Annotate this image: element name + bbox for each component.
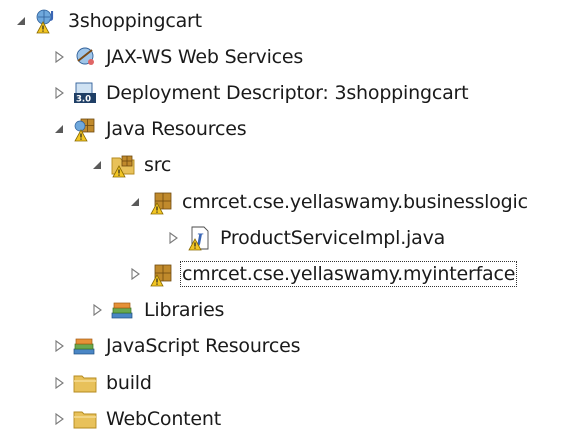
expanded-arrow-icon[interactable] (46, 111, 72, 147)
collapsed-arrow-icon[interactable] (46, 39, 72, 75)
collapsed-arrow-icon[interactable] (84, 292, 110, 328)
tree-item-cmrcet-cse-yellaswamy-businesslogic[interactable]: cmrcet.cse.yellaswamy.businesslogic (0, 184, 583, 220)
folder-icon (72, 370, 98, 396)
expanded-arrow-icon[interactable] (8, 3, 34, 39)
jaxws-services-icon (72, 44, 98, 70)
tree-item-label: 3shoppingcart (68, 9, 202, 32)
javascript-resources-icon (72, 333, 98, 359)
collapsed-arrow-icon[interactable] (122, 256, 148, 292)
tree-item-deployment-descriptor-3shoppingcart[interactable]: 3.0 Deployment Descriptor: 3shoppingcart (0, 75, 583, 111)
svg-text:3.0: 3.0 (76, 94, 91, 104)
package-icon (148, 189, 174, 215)
tree-item-label: cmrcet.cse.yellaswamy.businesslogic (182, 190, 528, 213)
tree-item-java-resources[interactable]: Java Resources (0, 111, 583, 147)
tree-item-javascript-resources[interactable]: JavaScript Resources (0, 328, 583, 364)
java-file-icon: J (186, 225, 212, 251)
tree-item-productserviceimpl-java[interactable]: J ProductServiceImpl.java (0, 220, 583, 256)
tree-item-label: Java Resources (106, 118, 247, 141)
collapsed-arrow-icon[interactable] (46, 365, 72, 401)
expanded-arrow-icon[interactable] (122, 184, 148, 220)
java-resources-icon (72, 116, 98, 142)
tree-item-cmrcet-cse-yellaswamy-myinterface[interactable]: cmrcet.cse.yellaswamy.myinterface (0, 256, 583, 292)
tree-item-label: WebContent (106, 407, 221, 430)
tree-item-label: JAX-WS Web Services (106, 45, 304, 68)
expanded-arrow-icon[interactable] (84, 147, 110, 183)
tree-item-libraries[interactable]: Libraries (0, 292, 583, 328)
tree-item-label: build (106, 371, 152, 394)
tree-item-label: Libraries (144, 299, 225, 322)
tree-item-3shoppingcart[interactable]: J 3shoppingcart (0, 3, 583, 39)
tree-item-label: JavaScript Resources (106, 335, 301, 358)
project-explorer-tree: J 3shoppingcart JAX-WS Web Services 3.0 Depl… (0, 0, 583, 435)
libraries-icon (110, 297, 136, 323)
tree-item-label: cmrcet.cse.yellaswamy.myinterface (179, 260, 518, 287)
collapsed-arrow-icon[interactable] (160, 220, 186, 256)
tree-item-src[interactable]: src (0, 147, 583, 183)
tree-item-webcontent[interactable]: WebContent (0, 401, 583, 437)
tree-item-build[interactable]: build (0, 365, 583, 401)
tree-item-label: src (144, 154, 172, 177)
package-icon (148, 261, 174, 287)
web-project-icon: J (34, 8, 60, 34)
tree-item-label: Deployment Descriptor: 3shoppingcart (106, 81, 469, 104)
svg-text:J: J (49, 9, 54, 22)
source-folder-icon (110, 152, 136, 178)
collapsed-arrow-icon[interactable] (46, 401, 72, 437)
deployment-descriptor-icon: 3.0 (72, 80, 98, 106)
tree-item-label: ProductServiceImpl.java (220, 226, 446, 249)
collapsed-arrow-icon[interactable] (46, 75, 72, 111)
tree-item-jax-ws-web-services[interactable]: JAX-WS Web Services (0, 39, 583, 75)
collapsed-arrow-icon[interactable] (46, 328, 72, 364)
folder-icon (72, 406, 98, 432)
